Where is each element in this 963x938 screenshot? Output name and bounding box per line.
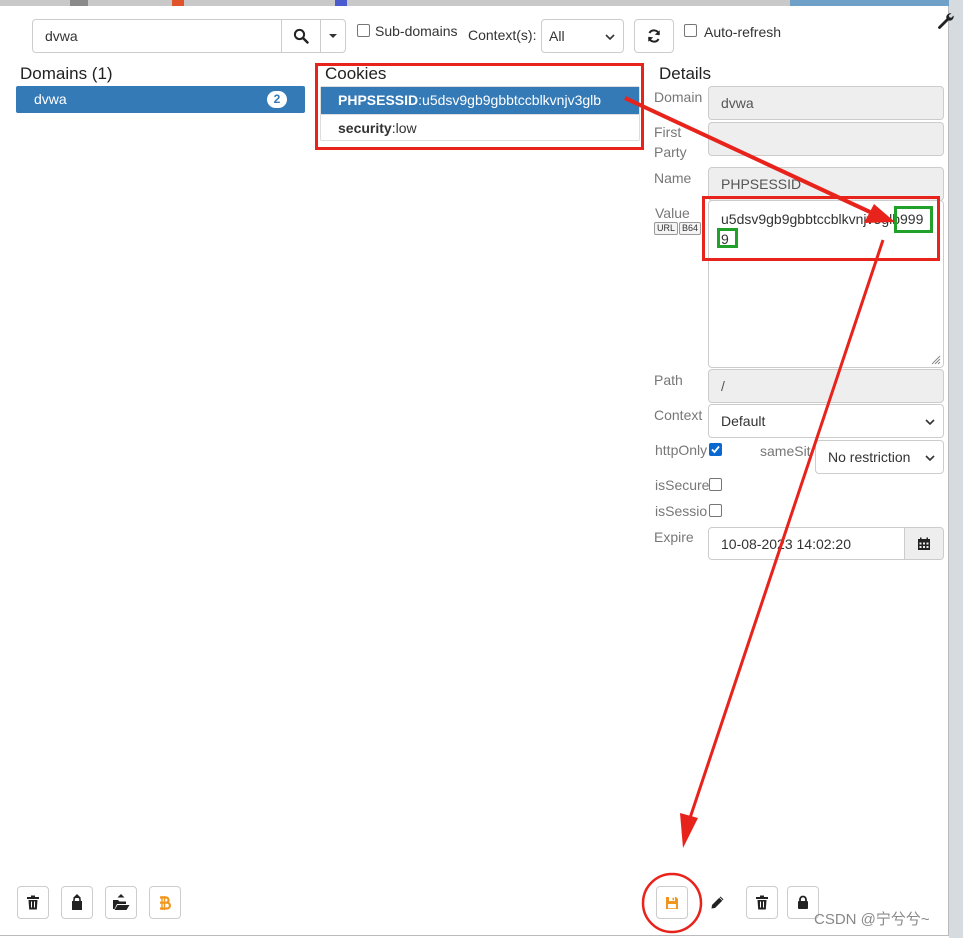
context-label: Context(s): — [468, 27, 537, 43]
httponly-checkbox[interactable] — [709, 443, 722, 456]
chevron-down-icon — [925, 419, 935, 426]
delete-all-button[interactable] — [17, 886, 49, 919]
checkmark-icon — [711, 445, 720, 454]
domain-item-dvwa[interactable]: dvwa 2 — [16, 86, 305, 113]
chevron-down-icon — [925, 455, 935, 462]
samesite-dropdown[interactable]: No restriction — [815, 440, 944, 474]
delete-button[interactable] — [746, 886, 778, 919]
issession-checkbox[interactable] — [709, 504, 722, 517]
date-picker-button[interactable] — [904, 527, 944, 560]
subdomains-label: Sub-domains — [375, 23, 458, 39]
save-button[interactable] — [656, 886, 688, 919]
bitcoin-icon — [160, 895, 171, 910]
domain-field-label: Domain — [654, 89, 703, 105]
domain-field: dvwa — [708, 86, 944, 120]
trash-icon — [27, 895, 39, 910]
samesite-label: sameSit — [760, 443, 811, 459]
cookie-count-badge: 2 — [267, 91, 287, 108]
first-party-field — [708, 122, 944, 156]
httponly-label: httpOnly — [655, 442, 708, 458]
folder-open-icon — [113, 894, 130, 910]
domain-name: dvwa — [34, 91, 67, 107]
search-options-dropdown[interactable] — [320, 19, 346, 53]
context-select-value: All — [549, 28, 565, 44]
watermark-text: CSDN @宁兮兮~ — [814, 911, 930, 928]
context-dropdown[interactable]: Default — [708, 404, 944, 438]
search-icon — [293, 28, 309, 44]
refresh-button[interactable] — [634, 19, 674, 53]
annotation-cookie-highlight — [315, 63, 644, 150]
domains-heading: Domains (1) — [20, 64, 113, 83]
annotation-edit-highlight-1 — [894, 206, 933, 233]
value-field-label: Value — [655, 205, 690, 221]
path-field: / — [708, 369, 944, 403]
expire-input[interactable]: 10-08-2023 14:02:20 — [708, 527, 905, 560]
caret-down-icon — [329, 34, 337, 38]
trash-icon — [756, 895, 768, 910]
issecure-label: isSecure — [655, 477, 710, 493]
first-party-label-line1: First — [654, 124, 682, 140]
lock-icon — [798, 895, 808, 909]
subdomains-checkbox[interactable] — [357, 24, 370, 37]
refresh-icon — [648, 29, 660, 43]
samesite-dropdown-value: No restriction — [828, 449, 911, 465]
details-heading: Details — [659, 64, 711, 83]
auto-refresh-checkbox[interactable] — [684, 24, 697, 37]
context-select[interactable]: All — [541, 19, 624, 53]
export-button[interactable] — [149, 886, 181, 919]
context-field-label: Context — [654, 407, 703, 423]
url-decode-button[interactable]: URL — [654, 222, 679, 235]
block-cookies-button[interactable] — [61, 886, 93, 919]
calendar-icon — [918, 537, 930, 550]
base64-decode-button[interactable]: B64 — [679, 222, 702, 235]
resize-handle-icon[interactable] — [931, 355, 941, 365]
annotation-edit-highlight-2 — [717, 228, 738, 248]
issecure-checkbox[interactable] — [709, 478, 722, 491]
context-dropdown-value: Default — [721, 413, 766, 429]
wrench-icon[interactable] — [936, 12, 954, 30]
import-button[interactable] — [105, 886, 137, 919]
expire-field-label: Expire — [654, 529, 694, 545]
pencil-icon — [711, 896, 723, 909]
search-input[interactable]: dvwa — [32, 19, 282, 53]
name-field-label: Name — [654, 170, 692, 186]
path-field-label: Path — [654, 372, 683, 388]
first-party-label-line2: Party — [654, 144, 687, 160]
desktop-background-strip — [949, 0, 963, 938]
issession-label: isSessio — [655, 503, 708, 519]
save-icon — [666, 896, 678, 909]
search-button[interactable] — [281, 19, 321, 53]
edit-button[interactable] — [701, 886, 733, 919]
chevron-down-icon — [605, 34, 615, 41]
lock-import-icon — [72, 894, 82, 910]
auto-refresh-label: Auto-refresh — [704, 24, 782, 40]
